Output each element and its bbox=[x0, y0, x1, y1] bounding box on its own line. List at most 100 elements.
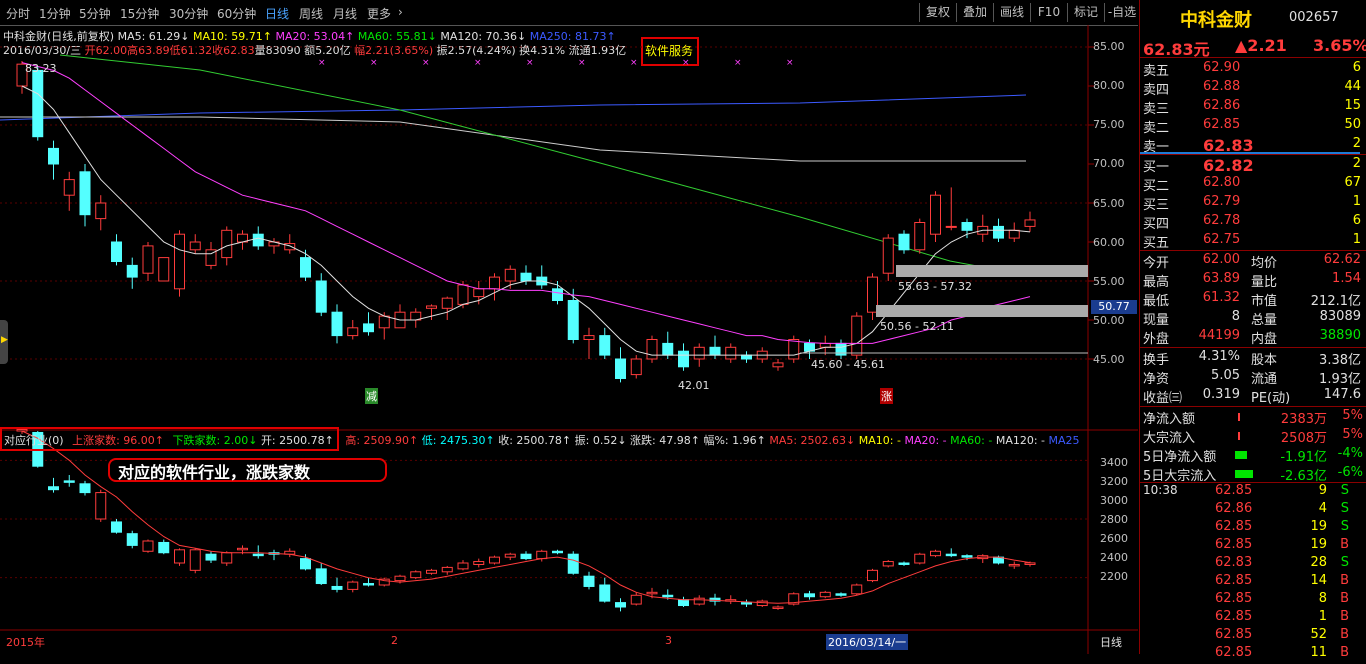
bid-row[interactable]: 买一 62.82 2 bbox=[1143, 156, 1365, 175]
flow-pct: 5% bbox=[1342, 408, 1363, 423]
sub-ma120: MA120: - bbox=[995, 434, 1046, 447]
signal-marker: × bbox=[786, 58, 794, 68]
main-candle bbox=[599, 335, 611, 356]
current-price-line bbox=[1140, 152, 1360, 154]
bid-row[interactable]: 买二 62.80 67 bbox=[1143, 175, 1365, 194]
ask-price: 62.85 bbox=[1203, 117, 1241, 132]
main-candle bbox=[142, 245, 154, 274]
sub-candle bbox=[662, 594, 674, 598]
main-candle bbox=[457, 284, 469, 305]
bid-volume: 1 bbox=[1352, 232, 1361, 247]
reduce-marker: 减 bbox=[365, 388, 378, 404]
stat-value: 38890 bbox=[1319, 328, 1361, 343]
y-tick: 65.00 bbox=[1093, 197, 1125, 210]
stat-value: 8 bbox=[1231, 309, 1240, 324]
f10-button[interactable]: F10 bbox=[1030, 3, 1067, 22]
bid-price: 62.79 bbox=[1203, 194, 1241, 209]
sub-ma5: MA5: 2502.63↓ bbox=[769, 434, 856, 447]
flow-pct: -4% bbox=[1337, 446, 1363, 461]
chevron-right-icon[interactable]: › bbox=[398, 5, 403, 19]
tab-daily[interactable]: 日线 bbox=[265, 5, 289, 22]
axis-label: 2015年 bbox=[6, 636, 45, 649]
main-candle bbox=[788, 339, 800, 360]
tick-row: 62.85 19 S bbox=[1143, 519, 1365, 538]
sub-candle bbox=[804, 593, 815, 598]
tick-row: 62.86 4 S bbox=[1143, 501, 1365, 520]
tick-side: B bbox=[1340, 645, 1349, 660]
restore-rights-button[interactable]: 复权 bbox=[919, 3, 956, 22]
tick-price: 62.85 bbox=[1215, 609, 1253, 624]
expand-handle[interactable]: ▶ bbox=[0, 320, 8, 364]
main-candle bbox=[284, 243, 296, 251]
overlay-button[interactable]: 叠加 bbox=[956, 3, 993, 22]
flow-bar bbox=[1235, 470, 1253, 478]
stat-value: 1.54 bbox=[1332, 271, 1361, 286]
sub-candle bbox=[914, 553, 926, 564]
stat-value: 0.319 bbox=[1202, 387, 1240, 402]
tab-60min[interactable]: 60分钟 bbox=[217, 5, 256, 22]
ask-volume: 2 bbox=[1352, 136, 1361, 151]
stock-code: 002657 bbox=[1289, 10, 1339, 25]
main-candle bbox=[504, 268, 516, 282]
tab-fenshi[interactable]: 分时 bbox=[6, 5, 30, 22]
main-candle bbox=[520, 272, 532, 282]
ask-label: 卖四 bbox=[1143, 83, 1170, 98]
sub-candle bbox=[300, 558, 311, 570]
y-tick: 75.00 bbox=[1093, 118, 1125, 131]
sub-candle bbox=[630, 594, 642, 605]
ask-row[interactable]: 卖三 62.86 15 bbox=[1143, 98, 1365, 117]
bid-row[interactable]: 买四 62.78 6 bbox=[1143, 213, 1365, 232]
stat-label: PE(动) bbox=[1251, 391, 1291, 406]
tab-weekly[interactable]: 周线 bbox=[299, 5, 323, 22]
tab-30min[interactable]: 30分钟 bbox=[169, 5, 208, 22]
signal-marker: × bbox=[370, 58, 378, 68]
bid-price: 62.75 bbox=[1203, 232, 1241, 247]
stat-label: 市值 bbox=[1251, 294, 1278, 309]
sub-candle bbox=[205, 553, 217, 561]
ask-volume: 15 bbox=[1344, 98, 1361, 113]
sub-candle bbox=[79, 483, 91, 494]
stat-label: 股本 bbox=[1251, 353, 1278, 368]
bid-price: 62.78 bbox=[1203, 213, 1241, 228]
stat-value: 3.38亿 bbox=[1319, 353, 1361, 368]
ask-row[interactable]: 卖四 62.88 44 bbox=[1143, 79, 1365, 98]
bid-row[interactable]: 买五 62.75 1 bbox=[1143, 232, 1365, 251]
tick-price: 62.86 bbox=[1215, 501, 1253, 516]
main-candle bbox=[1008, 229, 1020, 239]
stat-value: 4.31% bbox=[1198, 349, 1240, 364]
ask-row[interactable]: 卖二 62.85 50 bbox=[1143, 117, 1365, 136]
flow-row: 大宗流入 2508万 5% bbox=[1143, 427, 1365, 446]
stat-row: 收益㈢ 0.319 PE(动) 147.6 bbox=[1143, 387, 1365, 406]
tab-monthly[interactable]: 月线 bbox=[333, 5, 357, 22]
tick-volume: 4 bbox=[1318, 501, 1327, 516]
stat-row: 现量 8 总量 83089 bbox=[1143, 309, 1365, 328]
ask-row[interactable]: 卖五 62.90 6 bbox=[1143, 60, 1365, 79]
bid-volume: 6 bbox=[1352, 213, 1361, 228]
sub-candle bbox=[221, 552, 233, 564]
sub-candle bbox=[961, 555, 973, 558]
tab-more[interactable]: 更多 bbox=[367, 5, 391, 22]
draw-line-button[interactable]: 画线 bbox=[993, 3, 1030, 22]
main-candle bbox=[646, 339, 658, 360]
kline-chart[interactable]: × × × × × × × × × × bbox=[0, 25, 1138, 654]
bid-label: 买五 bbox=[1143, 236, 1170, 251]
sub-candle bbox=[126, 533, 138, 546]
sub-ma20: MA20: - bbox=[904, 434, 947, 447]
tab-1min[interactable]: 1分钟 bbox=[39, 5, 71, 22]
bid-row[interactable]: 买三 62.79 1 bbox=[1143, 194, 1365, 213]
tab-5min[interactable]: 5分钟 bbox=[79, 5, 111, 22]
tick-volume: 8 bbox=[1318, 591, 1327, 606]
watchlist-button[interactable]: -自选 bbox=[1104, 3, 1139, 22]
mark-button[interactable]: 标记 bbox=[1067, 3, 1104, 22]
section-separator bbox=[1140, 406, 1366, 407]
stat-label: 最高 bbox=[1143, 275, 1170, 290]
signal-marker: × bbox=[474, 58, 482, 68]
tick-price: 62.85 bbox=[1215, 537, 1253, 552]
stat-value: 63.89 bbox=[1202, 271, 1240, 286]
tab-15min[interactable]: 15分钟 bbox=[120, 5, 159, 22]
main-candle bbox=[741, 354, 752, 360]
y-tick: 3200 bbox=[1100, 475, 1128, 488]
sub-candle bbox=[473, 561, 485, 565]
period-label[interactable]: 日线 bbox=[1100, 634, 1122, 650]
tick-side: B bbox=[1340, 609, 1349, 624]
